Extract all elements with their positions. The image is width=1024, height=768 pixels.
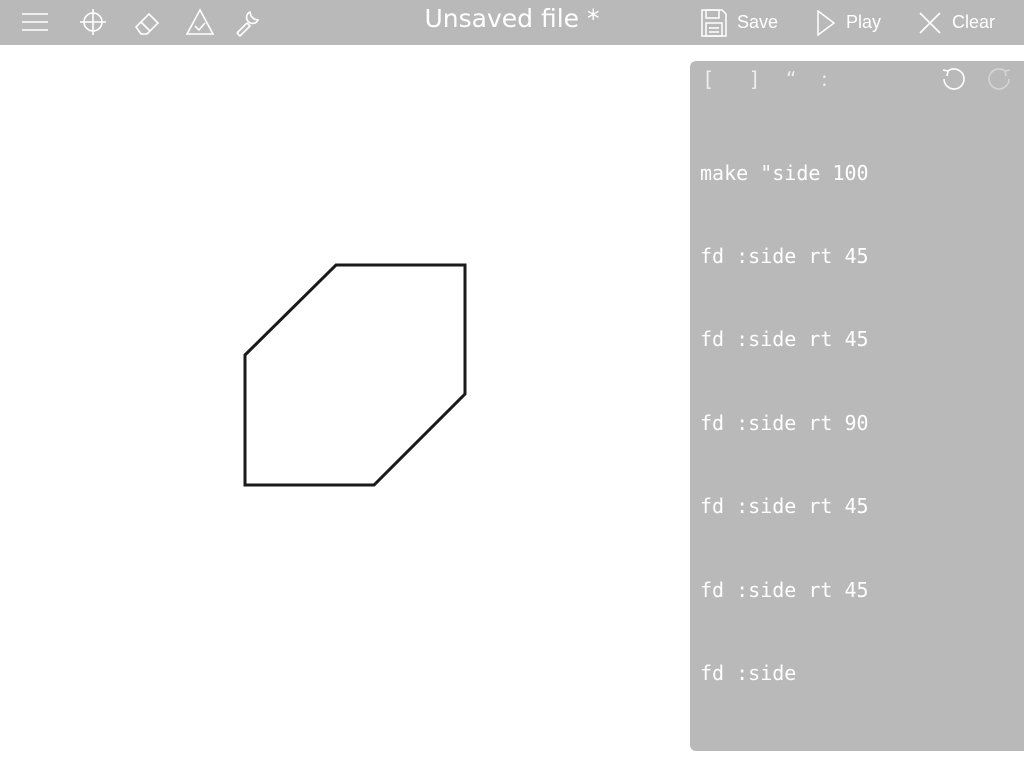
menu-icon[interactable] [20, 7, 50, 37]
triangle-turtle-icon[interactable] [185, 7, 215, 37]
code-line: fd :side rt 45 [700, 327, 869, 352]
play-icon [817, 9, 836, 36]
code-line: fd :side [700, 660, 797, 685]
bracket-close-button[interactable]: ] [750, 65, 758, 93]
undo-icon[interactable] [940, 65, 968, 93]
code-line: fd :side rt 45 [700, 494, 869, 519]
drawn-shape [243, 263, 467, 487]
save-button[interactable]: Save [701, 0, 778, 45]
code-text[interactable]: make "side 100 fd :side rt 45 fd :side r… [700, 104, 1020, 743]
toolbar: Unsaved file * Save Play Clear [0, 0, 1024, 45]
save-label: Save [737, 12, 779, 32]
code-line: fd :side rt 45 [700, 243, 869, 268]
eraser-icon[interactable] [133, 7, 163, 37]
crosshair-icon[interactable] [78, 7, 108, 37]
quote-button[interactable]: “ [786, 65, 796, 93]
clear-button[interactable]: Clear [918, 0, 995, 45]
bracket-open-button[interactable]: [ [705, 65, 713, 93]
turtle-drawing [243, 263, 467, 487]
code-editor-panel: [ ] “ : make "side 100 fd :side rt 45 fd… [690, 61, 1024, 751]
clear-label: Clear [952, 12, 996, 32]
code-line: fd :side rt 90 [700, 410, 869, 435]
code-line: make "side 100 [700, 160, 869, 185]
clear-icon [919, 11, 941, 34]
wrench-icon[interactable] [233, 7, 263, 37]
play-button[interactable]: Play [816, 0, 881, 45]
colon-button[interactable]: : [821, 65, 828, 93]
document-title: Unsaved file * [424, 4, 600, 33]
save-icon [701, 8, 727, 37]
play-label: Play [846, 12, 882, 32]
code-line: fd :side rt 45 [700, 577, 869, 602]
redo-icon[interactable] [985, 65, 1013, 93]
drawing-canvas[interactable] [0, 45, 690, 768]
